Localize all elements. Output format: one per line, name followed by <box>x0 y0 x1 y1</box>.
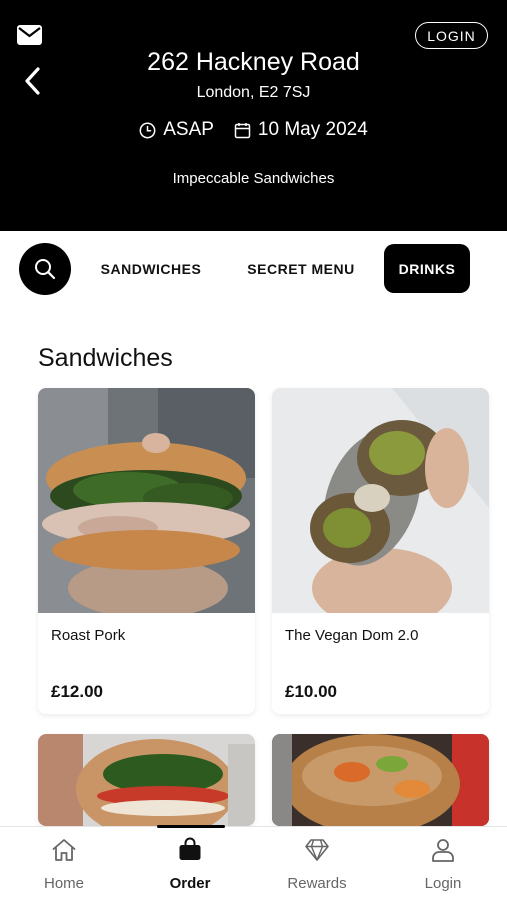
product-card-4[interactable] <box>272 734 489 826</box>
product-card-roast-pork[interactable]: Roast Pork £12.00 <box>38 388 255 714</box>
product-name: Roast Pork <box>51 627 126 644</box>
search-icon <box>35 259 56 280</box>
bag-icon <box>179 837 201 860</box>
calendar-icon <box>234 122 251 138</box>
tab-login-label: Login <box>424 875 462 892</box>
diamond-icon <box>305 839 329 861</box>
store-address-subtitle: London, E2 7SJ <box>196 84 311 101</box>
product-image <box>38 388 255 613</box>
product-image <box>272 734 489 826</box>
store-address-title[interactable]: 262 Hackney Road <box>0 48 507 77</box>
user-icon <box>432 839 454 862</box>
home-icon <box>52 839 76 861</box>
tab-order-label: Order <box>169 875 211 892</box>
search-button[interactable] <box>19 243 71 295</box>
order-time-row: ASAP 10 May 2024 <box>0 119 507 141</box>
tab-home-label: Home <box>43 875 84 892</box>
mail-icon[interactable] <box>16 24 43 46</box>
tab-home[interactable]: Home <box>1 827 127 900</box>
category-tab-sandwiches[interactable]: SANDWICHES <box>88 244 214 293</box>
category-tab-drinks[interactable]: DRINKS <box>384 244 470 293</box>
tab-order[interactable]: Order <box>127 827 253 900</box>
time-label: ASAP <box>163 119 214 140</box>
tab-rewards[interactable]: Rewards <box>254 827 380 900</box>
product-card-3[interactable] <box>38 734 255 826</box>
store-header: LOGIN 262 Hackney Road London, E2 7SJ AS… <box>0 0 507 231</box>
product-name: The Vegan Dom 2.0 <box>285 627 419 644</box>
tab-rewards-label: Rewards <box>287 875 347 892</box>
product-image <box>38 734 255 826</box>
product-price: £10.00 <box>285 682 337 701</box>
tab-login[interactable]: Login <box>380 827 506 900</box>
product-price: £12.00 <box>51 682 103 701</box>
bottom-tab-bar: Home Order Rewards Login <box>0 825 507 900</box>
login-button[interactable]: LOGIN <box>415 22 488 49</box>
category-tab-secret-menu[interactable]: SECRET MENU <box>236 244 366 293</box>
order-time-selector[interactable]: ASAP <box>139 119 214 141</box>
order-date-selector[interactable]: 10 May 2024 <box>234 119 368 141</box>
date-label: 10 May 2024 <box>257 119 368 140</box>
section-title: Sandwiches <box>38 344 173 372</box>
product-image <box>272 388 489 613</box>
product-card-vegan-dom[interactable]: The Vegan Dom 2.0 £10.00 <box>272 388 489 714</box>
clock-icon <box>139 122 156 138</box>
store-tagline: Impeccable Sandwiches <box>172 170 335 187</box>
